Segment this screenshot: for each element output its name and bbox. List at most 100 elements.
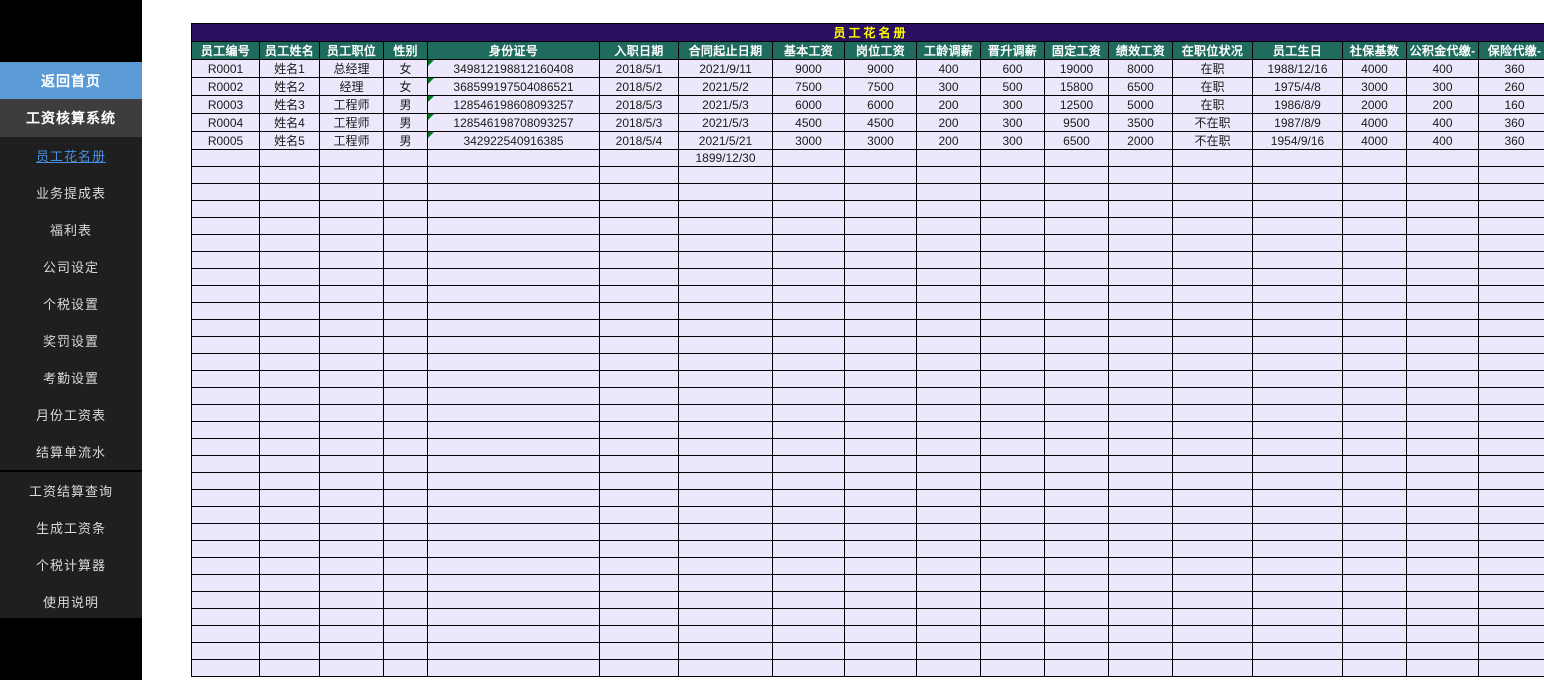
table-cell[interactable] bbox=[1406, 200, 1479, 218]
table-cell[interactable] bbox=[319, 608, 384, 626]
table-cell[interactable] bbox=[599, 659, 679, 677]
table-cell[interactable] bbox=[1044, 370, 1109, 388]
table-cell[interactable] bbox=[319, 200, 384, 218]
table-cell[interactable]: 2018/5/3 bbox=[599, 95, 679, 114]
table-cell[interactable] bbox=[427, 336, 600, 354]
table-cell[interactable] bbox=[844, 336, 917, 354]
table-cell[interactable]: 姓名4 bbox=[259, 113, 320, 132]
table-cell[interactable] bbox=[1044, 234, 1109, 252]
table-cell[interactable]: 工程师 bbox=[319, 113, 384, 132]
table-cell[interactable] bbox=[1172, 217, 1253, 235]
table-cell[interactable] bbox=[916, 183, 981, 201]
table-cell[interactable] bbox=[319, 234, 384, 252]
column-header-6[interactable]: 合同起止日期 bbox=[678, 41, 773, 60]
table-cell[interactable] bbox=[980, 438, 1045, 456]
table-cell[interactable] bbox=[191, 319, 260, 337]
table-cell[interactable] bbox=[1108, 302, 1173, 320]
table-cell[interactable] bbox=[980, 591, 1045, 609]
table-cell[interactable] bbox=[191, 302, 260, 320]
table-cell[interactable] bbox=[191, 438, 260, 456]
table-cell[interactable] bbox=[1406, 217, 1479, 235]
table-cell[interactable] bbox=[1406, 285, 1479, 303]
table-cell[interactable] bbox=[1252, 268, 1343, 286]
table-cell[interactable] bbox=[772, 506, 845, 524]
table-cell[interactable] bbox=[599, 285, 679, 303]
table-cell[interactable] bbox=[1044, 489, 1109, 507]
table-cell[interactable]: 360 bbox=[1478, 59, 1544, 78]
table-cell[interactable] bbox=[427, 489, 600, 507]
table-cell[interactable] bbox=[678, 489, 773, 507]
table-cell[interactable] bbox=[980, 285, 1045, 303]
table-cell[interactable]: 400 bbox=[916, 59, 981, 78]
table-cell[interactable] bbox=[1478, 200, 1544, 218]
table-cell[interactable] bbox=[191, 608, 260, 626]
table-cell[interactable] bbox=[1044, 591, 1109, 609]
table-cell[interactable] bbox=[980, 557, 1045, 575]
table-cell[interactable]: 200 bbox=[916, 113, 981, 132]
table-cell[interactable] bbox=[1342, 285, 1407, 303]
column-header-16[interactable]: 公积金代缴- bbox=[1406, 41, 1479, 60]
table-cell[interactable] bbox=[1172, 489, 1253, 507]
table-cell[interactable] bbox=[1406, 523, 1479, 541]
table-cell[interactable] bbox=[427, 574, 600, 592]
table-cell[interactable] bbox=[599, 642, 679, 660]
table-cell[interactable] bbox=[844, 217, 917, 235]
table-cell[interactable] bbox=[916, 574, 981, 592]
table-cell[interactable] bbox=[916, 166, 981, 184]
table-cell[interactable] bbox=[1044, 268, 1109, 286]
table-cell[interactable]: 2021/5/21 bbox=[678, 131, 773, 150]
table-cell[interactable] bbox=[1108, 319, 1173, 337]
table-cell[interactable] bbox=[427, 540, 600, 558]
table-cell[interactable] bbox=[844, 591, 917, 609]
table-cell[interactable] bbox=[1478, 421, 1544, 439]
table-cell[interactable] bbox=[1044, 200, 1109, 218]
table-cell[interactable] bbox=[980, 421, 1045, 439]
table-cell[interactable] bbox=[1108, 642, 1173, 660]
table-cell[interactable] bbox=[1108, 574, 1173, 592]
table-cell[interactable] bbox=[844, 302, 917, 320]
table-cell[interactable] bbox=[980, 370, 1045, 388]
table-cell[interactable] bbox=[844, 421, 917, 439]
table-cell[interactable] bbox=[1478, 251, 1544, 269]
table-cell[interactable] bbox=[259, 166, 320, 184]
table-cell[interactable] bbox=[678, 659, 773, 677]
table-cell[interactable]: 4000 bbox=[1342, 113, 1407, 132]
table-cell[interactable]: 300 bbox=[980, 95, 1045, 114]
table-cell[interactable] bbox=[1172, 319, 1253, 337]
table-cell[interactable]: 8000 bbox=[1108, 59, 1173, 78]
table-cell[interactable]: 6500 bbox=[1044, 131, 1109, 150]
table-cell[interactable]: 3000 bbox=[1342, 77, 1407, 96]
table-cell[interactable] bbox=[980, 234, 1045, 252]
table-cell[interactable] bbox=[980, 217, 1045, 235]
table-cell[interactable] bbox=[678, 404, 773, 422]
table-cell[interactable] bbox=[1406, 540, 1479, 558]
table-cell[interactable] bbox=[1252, 523, 1343, 541]
table-cell[interactable] bbox=[427, 455, 600, 473]
table-cell[interactable] bbox=[1172, 251, 1253, 269]
table-cell[interactable] bbox=[1172, 472, 1253, 490]
table-cell[interactable] bbox=[599, 421, 679, 439]
table-cell[interactable] bbox=[383, 438, 428, 456]
table-cell[interactable]: R0003 bbox=[191, 95, 260, 114]
table-cell[interactable] bbox=[678, 302, 773, 320]
table-cell[interactable] bbox=[383, 353, 428, 371]
table-cell[interactable] bbox=[383, 166, 428, 184]
table-cell[interactable] bbox=[383, 557, 428, 575]
table-cell[interactable] bbox=[678, 608, 773, 626]
table-cell[interactable] bbox=[1044, 166, 1109, 184]
table-cell[interactable]: 360 bbox=[1478, 131, 1544, 150]
table-cell[interactable] bbox=[259, 217, 320, 235]
sidebar-item-10[interactable]: 生成工资条 bbox=[0, 509, 142, 546]
table-cell[interactable] bbox=[1478, 489, 1544, 507]
table-cell[interactable]: R0004 bbox=[191, 113, 260, 132]
table-cell[interactable] bbox=[772, 268, 845, 286]
table-cell[interactable] bbox=[916, 404, 981, 422]
table-cell[interactable] bbox=[678, 625, 773, 643]
table-cell[interactable] bbox=[1252, 625, 1343, 643]
table-cell[interactable] bbox=[599, 625, 679, 643]
table-cell[interactable]: 2000 bbox=[1108, 131, 1173, 150]
table-cell[interactable]: 7500 bbox=[772, 77, 845, 96]
table-cell[interactable] bbox=[844, 183, 917, 201]
column-header-1[interactable]: 员工姓名 bbox=[259, 41, 320, 60]
table-cell[interactable] bbox=[191, 387, 260, 405]
